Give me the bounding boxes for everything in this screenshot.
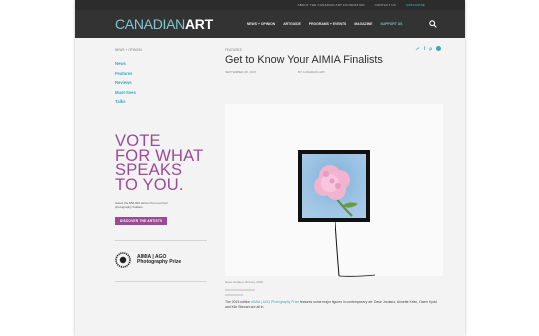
nav-programs-events[interactable]: PROGRAMS + EVENTS	[309, 22, 346, 26]
article-byline[interactable]: BY CANADIAN ART	[298, 70, 325, 74]
facebook-icon[interactable]: f	[424, 46, 426, 51]
topbar-link-contact[interactable]: CONTACT US	[375, 3, 396, 7]
prize-name-line-2: Photography Prize	[137, 259, 182, 266]
article-title: Get to Know Your AIMIA Finalists	[225, 54, 383, 66]
top-utility-bar: ABOUT THE CANADIAN ART FOUNDATION CONTAC…	[75, 0, 465, 10]
main-nav: NEWS + OPINION ARTGUIDE PROGRAMS + EVENT…	[247, 22, 403, 26]
pinterest-icon[interactable]: p	[429, 46, 432, 51]
sidebar-item-features[interactable]: Features	[115, 71, 207, 76]
nav-support-us[interactable]: SUPPORT US	[380, 22, 402, 26]
advertisement-placeholder	[225, 289, 443, 296]
prize-emblem-icon	[115, 252, 131, 269]
flower-photo	[302, 154, 366, 218]
flower-image	[314, 165, 358, 217]
vote-line-4: TO YOU.	[115, 175, 184, 194]
placeholder-line	[225, 289, 255, 291]
section-label[interactable]: FEATURES	[225, 48, 443, 52]
twitter-icon[interactable]	[415, 46, 420, 51]
breadcrumb[interactable]: NEWS + OPINION	[115, 48, 207, 52]
share-more-icon[interactable]	[436, 46, 441, 51]
sidebar-list: News Features Reviews Must-Sees Talks	[115, 61, 207, 104]
article-date: SEPTEMBER 28, 2015	[225, 70, 257, 74]
search-icon[interactable]	[429, 20, 437, 28]
image-caption: Dave Jordano, Brandy, 2015	[225, 280, 263, 284]
share-bar: f p	[415, 46, 441, 51]
vote-ad[interactable]: VOTE FOR WHAT SPEAKS TO YOU.	[115, 133, 207, 194]
nav-magazine[interactable]: MAGAZINE	[354, 22, 372, 26]
vote-description: Select the $50,000 winner from our four …	[115, 201, 168, 210]
placeholder-line	[225, 294, 243, 296]
lightbox-frame	[298, 150, 370, 222]
topbar-link-subscribe[interactable]: SUBSCRIBE	[406, 3, 425, 7]
divider	[115, 281, 207, 283]
hero-image	[225, 104, 443, 277]
sidebar-item-talks[interactable]: Talks	[115, 99, 207, 104]
power-cord	[335, 222, 376, 277]
page: ABOUT THE CANADIAN ART FOUNDATION CONTAC…	[75, 0, 465, 336]
prize-link[interactable]: AIMIA | AGO Photography Prize	[251, 300, 299, 304]
logo-part-2: ART	[184, 16, 213, 32]
site-logo[interactable]: CANADIANART	[115, 16, 213, 32]
sidebar: NEWS + OPINION News Features Reviews Mus…	[115, 48, 207, 283]
topbar-link-about[interactable]: ABOUT THE CANADIAN ART FOUNDATION	[298, 3, 365, 7]
nav-artguide[interactable]: ARTGUIDE	[283, 22, 301, 26]
site-header: CANADIANART NEWS + OPINION ARTGUIDE PROG…	[75, 10, 465, 38]
logo-part-1: CANADIAN	[115, 16, 185, 32]
divider	[115, 240, 207, 242]
body-intro: The 2015 edition	[225, 300, 251, 304]
nav-news-opinion[interactable]: NEWS + OPINION	[247, 22, 275, 26]
sidebar-item-news[interactable]: News	[115, 61, 207, 66]
article: f p FEATURES Get to Know Your AIMIA Fina…	[225, 46, 443, 310]
sidebar-item-must-sees[interactable]: Must-Sees	[115, 90, 207, 95]
article-body: The 2015 edition AIMIA | AGO Photography…	[225, 300, 443, 310]
article-meta: SEPTEMBER 28, 2015 BY CANADIAN ART	[225, 70, 443, 74]
sidebar-item-reviews[interactable]: Reviews	[115, 80, 207, 85]
prize-logo[interactable]: AIMIA | AGO Photography Prize	[115, 252, 207, 269]
discover-artists-button[interactable]: DISCOVER THE ARTISTS	[115, 217, 168, 226]
